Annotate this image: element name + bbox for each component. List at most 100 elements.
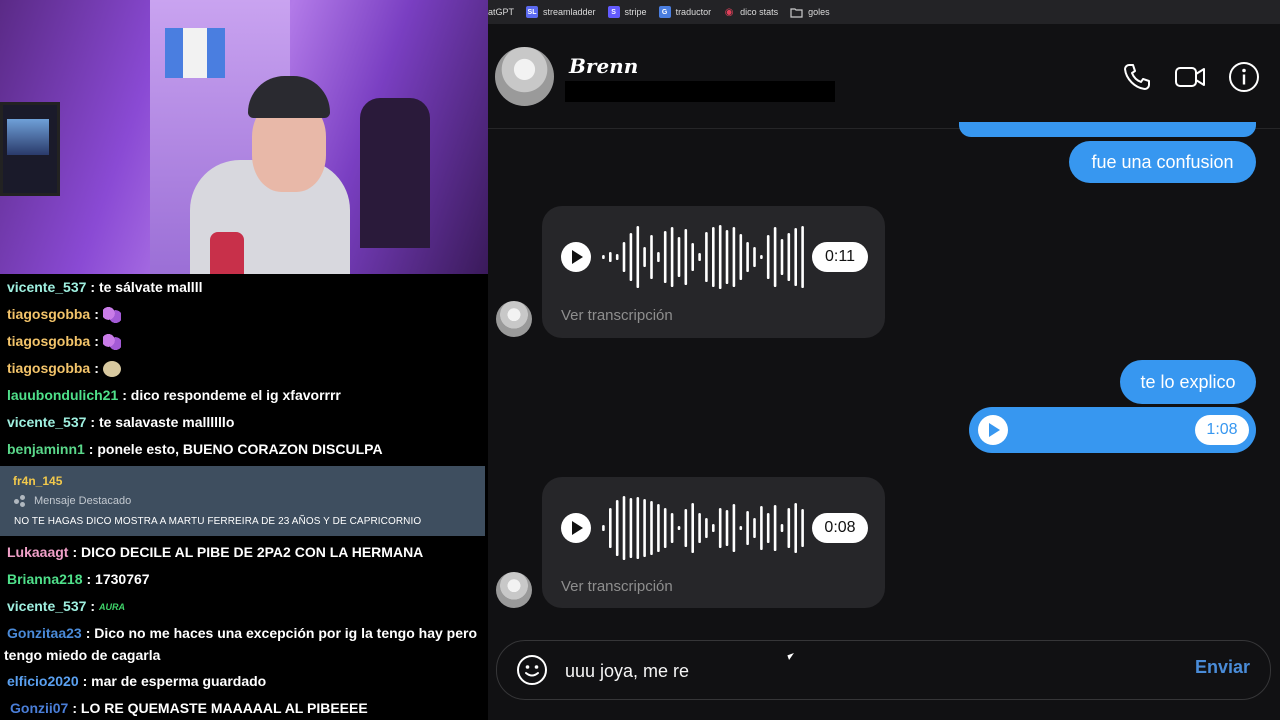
audio-waveform — [602, 225, 804, 289]
audio-duration: 0:08 — [812, 513, 868, 543]
highlight-username: fr4n_145 — [13, 474, 63, 488]
bookmark-chatgpt[interactable]: atGPT — [488, 7, 514, 17]
video-call-icon[interactable] — [1174, 61, 1206, 93]
butterfly-emote-icon — [102, 334, 121, 351]
chat-line: benjaminn1: ponele esto, BUENO CORAZON D… — [7, 441, 383, 457]
message-bubble-outgoing: fue una confusion — [1069, 141, 1256, 183]
chat-message: ponele esto, BUENO CORAZON DISCULPA — [97, 441, 383, 457]
waveform-bar — [705, 232, 708, 282]
view-transcription-link[interactable]: Ver transcripción — [561, 578, 673, 595]
waveform-bar — [712, 524, 715, 532]
stream-chat: vicente_537: te sálvate mallll tiagosgob… — [0, 274, 488, 720]
webcam-monitor — [0, 102, 60, 196]
chat-username: benjaminn1 — [7, 441, 85, 457]
bookmark-label: goles — [808, 7, 830, 17]
waveform-bar — [753, 247, 756, 267]
waveform-bar — [766, 513, 770, 543]
chat-line-continued: tengo miedo de cagarla — [4, 646, 160, 664]
waveform-bar — [760, 255, 763, 259]
chat-username: Gonzii07 — [10, 700, 69, 716]
bookmark-label: traductor — [675, 7, 712, 17]
bookmark-traductor[interactable]: Gtraductor — [658, 6, 712, 18]
emoji-icon[interactable] — [516, 654, 548, 686]
chat-username: elficio2020 — [7, 673, 79, 689]
translate-icon: G — [658, 6, 671, 18]
face-emote-icon — [102, 361, 121, 378]
bookmark-goles[interactable]: goles — [790, 7, 830, 18]
waveform-bar — [629, 498, 633, 558]
phone-icon[interactable] — [1121, 61, 1153, 93]
waveform-bar — [691, 243, 694, 271]
chat-username: Brianna218 — [7, 571, 83, 587]
play-button[interactable] — [978, 415, 1008, 445]
waveform-bar — [677, 526, 681, 530]
send-button[interactable]: Enviar — [1195, 657, 1250, 678]
waveform-bar — [663, 231, 667, 283]
bookmark-dico-stats[interactable]: ◉ dico stats — [723, 6, 778, 18]
waveform-bar — [801, 509, 804, 547]
waveform-bar — [773, 227, 777, 287]
chat-line: lauubondulich21: dico respondeme el ig x… — [7, 387, 341, 403]
contact-avatar-small — [496, 572, 532, 608]
audio-message-outgoing: 1:08 — [969, 407, 1256, 453]
folder-icon — [790, 7, 803, 18]
waveform-bar — [712, 227, 715, 287]
waveform-bar — [794, 228, 797, 286]
message-input[interactable] — [563, 655, 1127, 687]
chat-line: elficio2020: mar de esperma guardado — [7, 673, 267, 689]
chat-message: dico respondeme el ig xfavorrrr — [130, 387, 341, 403]
waveform-bar — [622, 496, 626, 560]
chat-message: mar de esperma guardado — [91, 673, 267, 689]
chat-message: Dico no me haces una excepción por ig la… — [94, 625, 478, 641]
waveform-bar — [739, 234, 743, 280]
aura-emote: AURA — [98, 602, 125, 613]
waveform-bar — [622, 242, 626, 272]
waveform-bar — [718, 508, 722, 548]
webcam-microphone — [210, 232, 244, 274]
waveform-bar — [657, 252, 660, 262]
waveform-bar — [705, 518, 708, 538]
conversation-header: Brenn — [488, 24, 1280, 129]
waveform-bar — [650, 235, 653, 279]
info-icon[interactable] — [1228, 61, 1260, 93]
waveform-bar — [615, 500, 619, 556]
bookmark-stripe[interactable]: Sstripe — [607, 6, 647, 18]
chat-line: Brianna218: 1730767 — [7, 571, 150, 587]
play-button[interactable] — [561, 513, 591, 543]
waveform-bar — [691, 503, 694, 553]
chat-line: Lukaaagt: DICO DECILE AL PIBE DE 2PA2 CO… — [7, 544, 424, 560]
message-bubble-outgoing: te lo explico — [1120, 360, 1256, 404]
waveform-bar — [787, 233, 791, 281]
waveform-bar — [801, 226, 804, 288]
view-transcription-link[interactable]: Ver transcripción — [561, 307, 673, 324]
waveform-bar — [629, 233, 633, 281]
highlight-label-row: Mensaje Destacado — [14, 495, 131, 507]
contact-avatar[interactable] — [495, 47, 554, 106]
waveform-bar — [636, 497, 640, 559]
waveform-bar — [718, 225, 722, 289]
bookmark-label: atGPT — [488, 7, 515, 17]
bookmark-streamladder[interactable]: SL streamladder — [526, 6, 596, 18]
waveform-bar — [725, 230, 729, 284]
chat-line: tiagosgobba: — [7, 305, 121, 324]
contact-name[interactable]: Brenn — [569, 54, 638, 78]
highlight-message: NO TE HAGAS DICO MOSTRA A MARTU FERREIRA… — [14, 516, 422, 527]
chat-username: vicente_537 — [7, 279, 87, 295]
streamladder-icon: SL — [526, 6, 539, 18]
play-button[interactable] — [561, 242, 591, 272]
waveform-bar — [725, 510, 729, 546]
chat-message: te sálvate mallll — [98, 279, 203, 295]
chat-username: tiagosgobba — [7, 306, 91, 322]
chat-message: tengo miedo de cagarla — [4, 647, 161, 663]
butterfly-emote-icon — [102, 307, 121, 324]
waveform-bar — [650, 501, 653, 555]
waveform-bar — [766, 235, 770, 279]
waveform-bar — [739, 526, 743, 530]
audio-waveform — [602, 496, 804, 560]
chat-message: te salavaste mallllllo — [98, 414, 235, 430]
highlighted-message: fr4n_145 Mensaje Destacado NO TE HAGAS D… — [0, 466, 485, 536]
waveform-bar — [780, 239, 784, 275]
bookmark-label: dico stats — [740, 7, 779, 17]
chat-line: vicente_537: AURA — [7, 597, 125, 616]
waveform-bar — [773, 505, 777, 551]
